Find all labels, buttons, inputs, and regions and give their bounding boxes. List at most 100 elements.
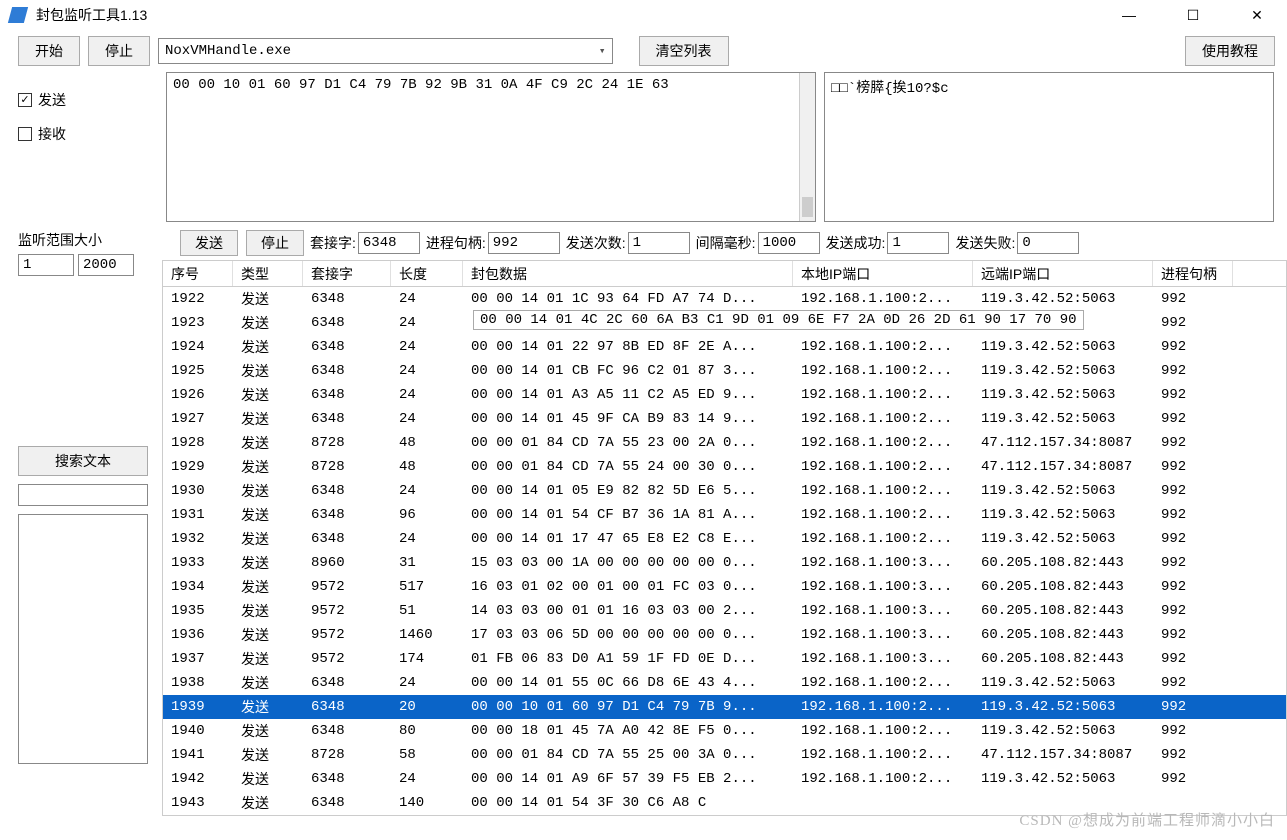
table-row[interactable]: 1926发送63482400 00 14 01 A3 A5 11 C2 A5 E… bbox=[163, 383, 1286, 407]
table-cell: 992 bbox=[1153, 459, 1233, 475]
table-cell: 174 bbox=[391, 651, 463, 667]
range-from-input[interactable] bbox=[18, 254, 74, 276]
interval-input[interactable] bbox=[758, 232, 820, 254]
table-cell: 119.3.42.52:5063 bbox=[973, 507, 1153, 523]
start-button[interactable]: 开始 bbox=[18, 36, 80, 66]
decoded-textarea[interactable]: □□`榜膵{挨10?$c bbox=[824, 72, 1274, 222]
table-cell: 14 03 03 00 01 01 16 03 03 00 2... bbox=[463, 603, 793, 619]
checkbox-icon bbox=[18, 127, 32, 141]
send-button[interactable]: 发送 bbox=[180, 230, 238, 256]
table-cell: 1938 bbox=[163, 675, 233, 691]
table-cell: 16 03 01 02 00 01 00 01 FC 03 0... bbox=[463, 579, 793, 595]
table-cell: 发送 bbox=[233, 529, 303, 549]
col-type[interactable]: 类型 bbox=[233, 261, 303, 286]
col-seq[interactable]: 序号 bbox=[163, 261, 233, 286]
clear-list-button[interactable]: 清空列表 bbox=[639, 36, 729, 66]
tutorial-button[interactable]: 使用教程 bbox=[1185, 36, 1275, 66]
send-fail-label: 发送失败: bbox=[955, 233, 1015, 253]
table-row[interactable]: 1925发送63482400 00 14 01 CB FC 96 C2 01 8… bbox=[163, 359, 1286, 383]
table-row[interactable]: 1942发送63482400 00 14 01 A9 6F 57 39 F5 E… bbox=[163, 767, 1286, 791]
table-cell: 992 bbox=[1153, 771, 1233, 787]
table-row[interactable]: 1934发送957251716 03 01 02 00 01 00 01 FC … bbox=[163, 575, 1286, 599]
table-cell: 9572 bbox=[303, 627, 391, 643]
filter-recv-checkbox[interactable]: 接收 bbox=[18, 124, 158, 144]
table-cell: 9572 bbox=[303, 651, 391, 667]
col-data[interactable]: 封包数据 bbox=[463, 261, 793, 286]
table-cell: 发送 bbox=[233, 505, 303, 525]
minimize-button[interactable]: — bbox=[1109, 7, 1149, 24]
table-row[interactable]: 1938发送63482400 00 14 01 55 0C 66 D8 6E 4… bbox=[163, 671, 1286, 695]
send-count-input[interactable] bbox=[628, 232, 690, 254]
table-row[interactable]: 1940发送63488000 00 18 01 45 7A A0 42 8E F… bbox=[163, 719, 1286, 743]
table-row[interactable]: 1937发送957217401 FB 06 83 D0 A1 59 1F FD … bbox=[163, 647, 1286, 671]
table-row[interactable]: 1930发送63482400 00 14 01 05 E9 82 82 5D E… bbox=[163, 479, 1286, 503]
col-remote-ip[interactable]: 远端IP端口 bbox=[973, 261, 1153, 286]
table-cell: 24 bbox=[391, 675, 463, 691]
table-row[interactable]: 1923发送63482499200 00 14 01 4C 2C 60 6A B… bbox=[163, 311, 1286, 335]
table-row[interactable]: 1932发送63482400 00 14 01 17 47 65 E8 E2 C… bbox=[163, 527, 1286, 551]
socket-input[interactable] bbox=[358, 232, 420, 254]
table-cell: 20 bbox=[391, 699, 463, 715]
table-cell: 31 bbox=[391, 555, 463, 571]
table-cell: 58 bbox=[391, 747, 463, 763]
table-cell: 192.168.1.100:2... bbox=[793, 411, 973, 427]
col-local-ip[interactable]: 本地IP端口 bbox=[793, 261, 973, 286]
search-result-list[interactable] bbox=[18, 514, 148, 764]
send-stop-button[interactable]: 停止 bbox=[246, 230, 304, 256]
table-cell: 发送 bbox=[233, 745, 303, 765]
table-cell: 1943 bbox=[163, 795, 233, 811]
send-ok-label: 发送成功: bbox=[826, 233, 886, 253]
table-cell: 192.168.1.100:2... bbox=[793, 531, 973, 547]
table-cell: 992 bbox=[1153, 363, 1233, 379]
table-cell: 发送 bbox=[233, 361, 303, 381]
table-cell: 192.168.1.100:3... bbox=[793, 603, 973, 619]
table-cell: 192.168.1.100:3... bbox=[793, 627, 973, 643]
close-button[interactable]: ✕ bbox=[1237, 7, 1277, 24]
table-row[interactable]: 1924发送63482400 00 14 01 22 97 8B ED 8F 2… bbox=[163, 335, 1286, 359]
table-cell: 发送 bbox=[233, 433, 303, 453]
table-row[interactable]: 1927发送63482400 00 14 01 45 9F CA B9 83 1… bbox=[163, 407, 1286, 431]
table-cell: 00 00 14 01 CB FC 96 C2 01 87 3... bbox=[463, 363, 793, 379]
maximize-button[interactable]: ☐ bbox=[1173, 7, 1213, 24]
table-cell: 6348 bbox=[303, 291, 391, 307]
table-row[interactable]: 1943发送634814000 00 14 01 54 3F 30 C6 A8 … bbox=[163, 791, 1286, 815]
table-cell: 1935 bbox=[163, 603, 233, 619]
table-cell: 992 bbox=[1153, 651, 1233, 667]
col-proc-handle[interactable]: 进程句柄 bbox=[1153, 261, 1233, 286]
col-length[interactable]: 长度 bbox=[391, 261, 463, 286]
table-row[interactable]: 1933发送89603115 03 03 00 1A 00 00 00 00 0… bbox=[163, 551, 1286, 575]
table-row[interactable]: 1936发送9572146017 03 03 06 5D 00 00 00 00… bbox=[163, 623, 1286, 647]
scrollbar[interactable] bbox=[799, 73, 815, 221]
table-cell: 60.205.108.82:443 bbox=[973, 627, 1153, 643]
col-socket[interactable]: 套接字 bbox=[303, 261, 391, 286]
table-cell: 1929 bbox=[163, 459, 233, 475]
table-cell: 发送 bbox=[233, 289, 303, 309]
table-cell: 1460 bbox=[391, 627, 463, 643]
table-row[interactable]: 1922发送63482400 00 14 01 1C 93 64 FD A7 7… bbox=[163, 287, 1286, 311]
table-row[interactable]: 1939发送63482000 00 10 01 60 97 D1 C4 79 7… bbox=[163, 695, 1286, 719]
table-cell: 119.3.42.52:5063 bbox=[973, 531, 1153, 547]
process-select[interactable]: NoxVMHandle.exe ▾ bbox=[158, 38, 613, 64]
stop-button[interactable]: 停止 bbox=[88, 36, 150, 66]
table-cell: 6348 bbox=[303, 795, 391, 811]
table-cell: 00 00 18 01 45 7A A0 42 8E F5 0... bbox=[463, 723, 793, 739]
table-cell: 192.168.1.100:2... bbox=[793, 483, 973, 499]
table-cell: 00 00 14 01 05 E9 82 82 5D E6 5... bbox=[463, 483, 793, 499]
table-row[interactable]: 1929发送87284800 00 01 84 CD 7A 55 24 00 3… bbox=[163, 455, 1286, 479]
range-to-input[interactable] bbox=[78, 254, 134, 276]
proc-handle-input[interactable] bbox=[488, 232, 560, 254]
table-cell: 9572 bbox=[303, 579, 391, 595]
search-text-button[interactable]: 搜索文本 bbox=[18, 446, 148, 476]
table-row[interactable]: 1941发送87285800 00 01 84 CD 7A 55 25 00 3… bbox=[163, 743, 1286, 767]
table-cell: 00 00 14 01 A3 A5 11 C2 A5 ED 9... bbox=[463, 387, 793, 403]
table-cell: 51 bbox=[391, 603, 463, 619]
table-row[interactable]: 1931发送63489600 00 14 01 54 CF B7 36 1A 8… bbox=[163, 503, 1286, 527]
filter-recv-label: 接收 bbox=[38, 124, 66, 144]
filter-send-checkbox[interactable]: ✓ 发送 bbox=[18, 90, 158, 110]
table-cell: 00 00 10 01 60 97 D1 C4 79 7B 9... bbox=[463, 699, 793, 715]
table-row[interactable]: 1928发送87284800 00 01 84 CD 7A 55 23 00 2… bbox=[163, 431, 1286, 455]
hex-textarea[interactable]: 00 00 10 01 60 97 D1 C4 79 7B 92 9B 31 0… bbox=[166, 72, 816, 222]
search-input[interactable] bbox=[18, 484, 148, 506]
table-row[interactable]: 1935发送95725114 03 03 00 01 01 16 03 03 0… bbox=[163, 599, 1286, 623]
table-cell: 192.168.1.100:2... bbox=[793, 291, 973, 307]
